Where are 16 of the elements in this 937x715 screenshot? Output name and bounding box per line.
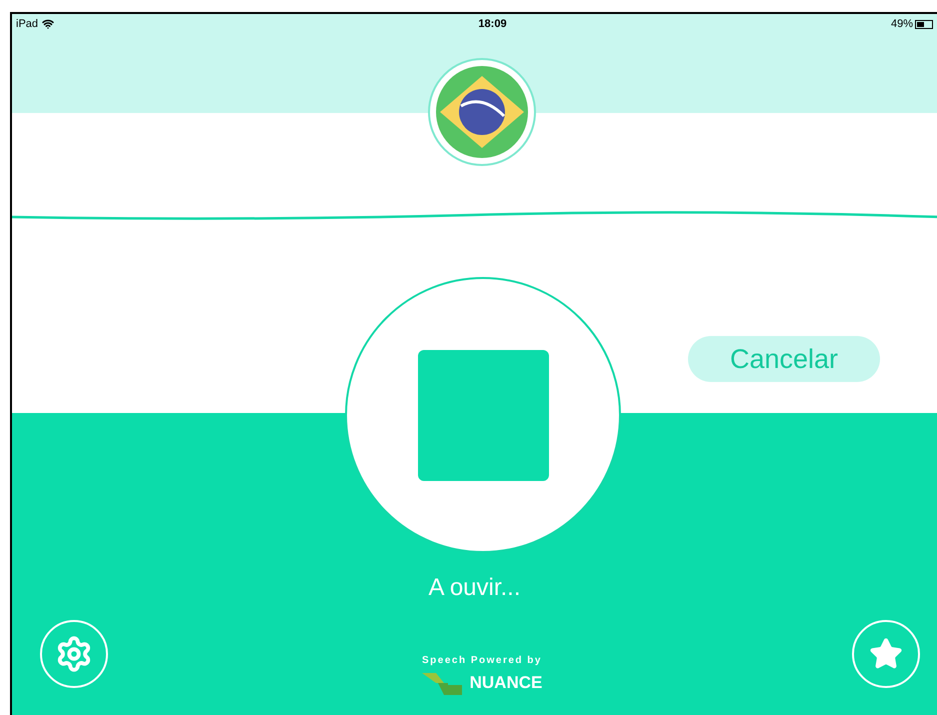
cancel-button[interactable]: Cancelar [688, 336, 880, 382]
battery-icon [914, 20, 933, 28]
star-icon [869, 637, 903, 671]
settings-icon [55, 635, 93, 673]
brand-name: NUANCE [470, 672, 542, 694]
device-name: iPad [16, 16, 38, 32]
status-text: A ouvir... [427, 573, 522, 603]
wifi-icon [42, 18, 54, 30]
battery-percent: 49% [890, 16, 913, 32]
settings-button[interactable] [40, 620, 108, 688]
stop-button[interactable] [418, 350, 548, 480]
flag-icon [436, 66, 528, 158]
nuance-logo-icon [422, 670, 462, 695]
powered-by-text: Speech Powered by [422, 654, 542, 668]
clock-time: 18:09 [478, 16, 507, 32]
favorites-button[interactable] [852, 620, 920, 688]
